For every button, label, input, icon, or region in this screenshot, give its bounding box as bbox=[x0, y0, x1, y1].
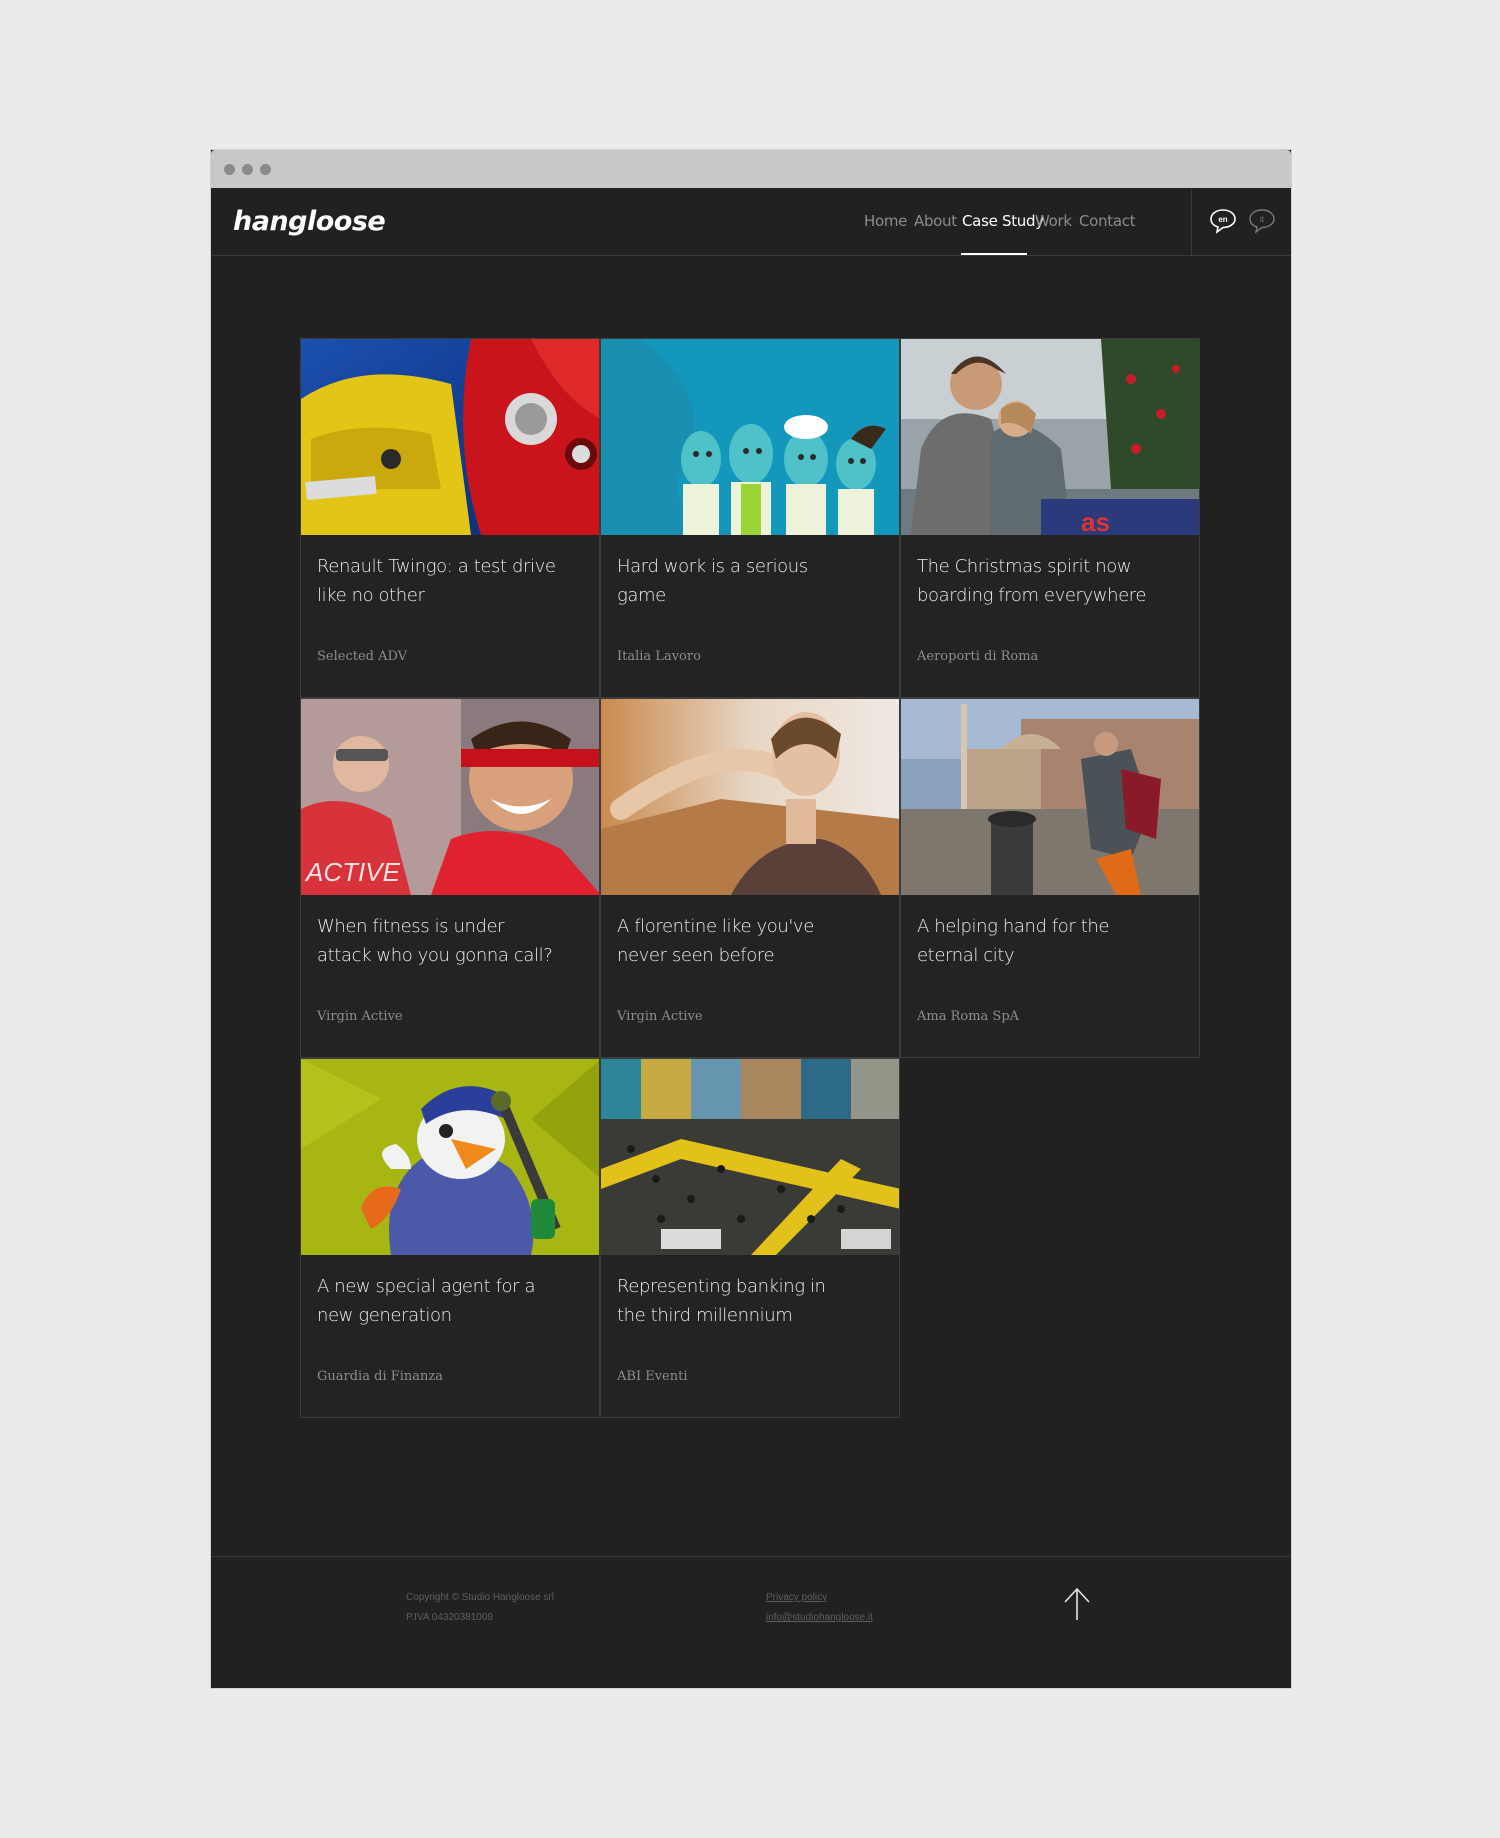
arrow-up-icon bbox=[1064, 1587, 1090, 1620]
case-title[interactable]: A helping hand for the eternal city bbox=[917, 912, 1157, 970]
case-thumbnail[interactable] bbox=[601, 699, 899, 895]
case-card[interactable]: Renault Twingo: a test drive like no oth… bbox=[300, 338, 600, 698]
case-title[interactable]: A new special agent for a new generation bbox=[317, 1272, 557, 1330]
main-nav: Home About Case Study Work Contact bbox=[211, 188, 1171, 255]
case-title[interactable]: Renault Twingo: a test drive like no oth… bbox=[317, 552, 557, 610]
active-nav-indicator bbox=[961, 253, 1027, 255]
footer-vat: P.IVA 04320381009 bbox=[406, 1612, 493, 1623]
svg-text:ACTIVE: ACTIVE bbox=[304, 857, 401, 887]
case-client: ABI Eventi bbox=[617, 1369, 688, 1384]
case-card[interactable]: A helping hand for the eternal city Ama … bbox=[900, 698, 1200, 1058]
case-card[interactable]: A new special agent for a new generation… bbox=[300, 1058, 600, 1418]
case-thumbnail[interactable] bbox=[601, 1059, 899, 1255]
lang-it-label: it bbox=[1260, 215, 1265, 224]
cartoon-eagle-agent-image bbox=[301, 1059, 599, 1255]
email-link[interactable]: info@studiohangloose.it bbox=[766, 1612, 873, 1623]
language-it-button[interactable]: it bbox=[1248, 208, 1276, 234]
browser-chrome bbox=[211, 150, 1291, 188]
case-client: Guardia di Finanza bbox=[317, 1369, 443, 1384]
case-title[interactable]: A florentine like you've never seen befo… bbox=[617, 912, 857, 970]
cartoon-workers-image bbox=[601, 339, 899, 535]
case-title[interactable]: When fitness is under attack who you gon… bbox=[317, 912, 557, 970]
case-client: Ama Roma SpA bbox=[917, 1009, 1020, 1024]
case-card[interactable]: Hard work is a serious game Italia Lavor… bbox=[600, 338, 900, 698]
case-thumbnail[interactable] bbox=[901, 699, 1199, 895]
language-en-button[interactable]: en bbox=[1209, 208, 1237, 234]
couple-airport-christmas-image: as bbox=[901, 339, 1199, 535]
case-thumbnail[interactable]: as bbox=[901, 339, 1199, 535]
footer-company: Copyright © Studio Hangloose srl P.IVA 0… bbox=[406, 1588, 554, 1628]
case-client: Selected ADV bbox=[317, 649, 408, 664]
nav-home[interactable]: Home bbox=[864, 212, 907, 230]
browser-window: hangloose Home About Case Study Work Con… bbox=[211, 150, 1291, 1688]
header-divider bbox=[1191, 188, 1192, 255]
case-card[interactable]: A florentine like you've never seen befo… bbox=[600, 698, 900, 1058]
masked-hero-fitness-image: ACTIVE bbox=[301, 699, 599, 895]
crowded-expo-hall-image bbox=[601, 1059, 899, 1255]
back-to-top-button[interactable] bbox=[1062, 1586, 1092, 1622]
privacy-policy-link[interactable]: Privacy policy bbox=[766, 1592, 827, 1603]
window-maximize-dot[interactable] bbox=[260, 164, 271, 175]
site-header: hangloose Home About Case Study Work Con… bbox=[211, 188, 1291, 256]
footer-links: Privacy policy info@studiohangloose.it bbox=[766, 1588, 873, 1628]
case-client: Virgin Active bbox=[617, 1009, 703, 1024]
window-minimize-dot[interactable] bbox=[242, 164, 253, 175]
speech-bubble-en-icon: en bbox=[1210, 209, 1236, 234]
case-client: Italia Lavoro bbox=[617, 649, 701, 664]
speech-bubble-it-icon: it bbox=[1249, 209, 1275, 234]
case-client: Virgin Active bbox=[317, 1009, 403, 1024]
case-study-grid: Renault Twingo: a test drive like no oth… bbox=[300, 338, 1202, 1423]
street-cleaner-rome-image bbox=[901, 699, 1199, 895]
woman-workout-image bbox=[601, 699, 899, 895]
renault-twingo-image bbox=[301, 339, 599, 535]
nav-contact[interactable]: Contact bbox=[1079, 212, 1136, 230]
case-title[interactable]: Representing banking in the third millen… bbox=[617, 1272, 857, 1330]
nav-work[interactable]: Work bbox=[1035, 212, 1072, 230]
case-client: Aeroporti di Roma bbox=[917, 649, 1039, 664]
case-thumbnail[interactable]: ACTIVE bbox=[301, 699, 599, 895]
nav-about[interactable]: About bbox=[914, 212, 957, 230]
lang-en-label: en bbox=[1218, 215, 1227, 224]
case-card[interactable]: ACTIVE When fitness is under attack who … bbox=[300, 698, 600, 1058]
case-title[interactable]: Hard work is a serious game bbox=[617, 552, 857, 610]
footer-copyright: Copyright © Studio Hangloose srl bbox=[406, 1592, 554, 1603]
case-thumbnail[interactable] bbox=[601, 339, 899, 535]
case-title[interactable]: The Christmas spirit now boarding from e… bbox=[917, 552, 1157, 610]
case-card[interactable]: Representing banking in the third millen… bbox=[600, 1058, 900, 1418]
svg-text:as: as bbox=[1081, 507, 1110, 535]
footer-divider bbox=[211, 1556, 1291, 1557]
case-thumbnail[interactable] bbox=[301, 1059, 599, 1255]
nav-case-study[interactable]: Case Study bbox=[962, 212, 1044, 230]
case-thumbnail[interactable] bbox=[301, 339, 599, 535]
window-close-dot[interactable] bbox=[224, 164, 235, 175]
case-card[interactable]: as The Christmas spirit now boarding fro… bbox=[900, 338, 1200, 698]
